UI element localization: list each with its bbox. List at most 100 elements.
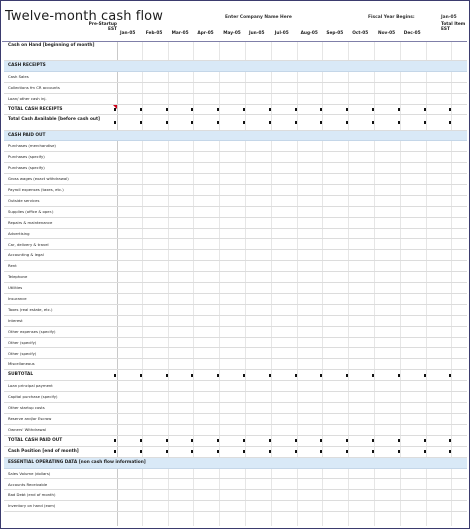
table-row: Taxes (real estate, etc.) — [4, 305, 467, 316]
table-row: TOTAL CASH RECEIPTS — [4, 104, 467, 116]
month-header: Aug-05 — [300, 31, 318, 36]
table-row: Bad Debt (end of month) — [4, 490, 467, 502]
value-cell-mark — [372, 373, 374, 377]
table-row: Interest — [4, 316, 467, 327]
value-cell-mark — [243, 450, 245, 454]
table-row: Purchases (merchandise) — [4, 141, 467, 153]
row-label: Cash on Hand [beginning of month] — [8, 43, 95, 48]
fiscal-year-value[interactable]: Jan-05 — [441, 15, 457, 20]
value-cell-mark — [268, 108, 271, 112]
month-header: Nov-05 — [378, 31, 396, 36]
row-label: Advertising — [8, 230, 30, 236]
row-label: Other expenses (specify) — [8, 328, 56, 334]
table-row: Owners' Withdrawal — [4, 425, 467, 436]
value-cell-mark — [372, 108, 374, 112]
month-header: Jul-05 — [274, 31, 289, 36]
value-cell-mark — [423, 439, 426, 443]
row-label: Collections fm CR accounts — [8, 84, 60, 90]
value-cell-mark — [294, 108, 297, 112]
value-cell-mark — [165, 108, 168, 112]
value-cell-mark — [191, 108, 194, 112]
value-cell-mark — [268, 121, 271, 124]
value-cell-mark — [294, 373, 297, 377]
table-row: Inventory on hand (eom) — [4, 501, 467, 513]
value-cell-mark — [397, 108, 400, 112]
row-label: Car, delivery & travel — [8, 241, 49, 247]
table-row: Car, delivery & travel — [4, 240, 467, 251]
section-header-row: ESSENTIAL OPERATING DATA [non cash flow … — [4, 457, 467, 469]
value-cell-mark — [294, 450, 297, 454]
value-cell-mark — [217, 450, 220, 454]
table-row: Utilities — [4, 283, 467, 294]
row-label: Cash Position [end of month] — [8, 448, 79, 454]
table-row: Accounting & legal — [4, 250, 467, 262]
value-cell-mark — [114, 450, 116, 454]
table-row: Cash on Hand [beginning of month] — [4, 42, 467, 61]
table-row: Capital purchase (specify) — [4, 392, 467, 403]
month-header: Sep-05 — [326, 31, 344, 36]
month-header: Feb-05 — [145, 31, 163, 36]
value-cell-mark — [139, 121, 142, 124]
row-label: Accounting & legal — [8, 252, 44, 258]
value-cell-mark — [139, 108, 142, 112]
table-row: Other expenses (specify) — [4, 327, 467, 338]
row-label: CASH PAID OUT — [8, 132, 46, 138]
section-header-row: CASH RECEIPTS — [4, 61, 467, 72]
table-row: Loan principal payment — [4, 381, 467, 393]
row-label: Utilities — [8, 285, 23, 291]
row-label: Inventory on hand (eom) — [8, 503, 56, 509]
value-cell-mark — [165, 450, 168, 454]
row-label: CASH RECEIPTS — [8, 63, 46, 68]
month-header: Oct-05 — [352, 31, 369, 36]
table-row: Payroll expenses (taxes, etc.) — [4, 185, 467, 196]
month-header: May-05 — [223, 31, 241, 36]
row-label: Capital purchase (specify) — [8, 394, 58, 400]
row-label: Rent — [8, 263, 17, 269]
row-label: Payroll expenses (taxes, etc.) — [8, 187, 64, 192]
value-cell-mark — [449, 450, 452, 454]
row-label: Loan/ other cash inj. — [8, 95, 47, 101]
section-header-row: CASH PAID OUT — [4, 130, 467, 142]
value-cell-mark — [397, 121, 400, 124]
row-label: Cash Sales — [8, 73, 29, 79]
value-cell-mark — [397, 450, 400, 454]
value-cell-mark — [114, 439, 116, 443]
cash-flow-grid: Cash on Hand [beginning of month] CASH RE… — [4, 42, 467, 526]
table-row: Outside services — [4, 196, 467, 207]
month-header: Apr-05 — [197, 31, 214, 36]
value-cell-mark — [243, 373, 245, 377]
value-cell-mark — [165, 373, 168, 377]
month-header: Jan-05 — [120, 31, 136, 36]
value-cell-mark — [114, 373, 116, 377]
value-cell-mark — [423, 108, 426, 112]
row-label: Outside services — [8, 197, 40, 203]
table-row: Rent — [4, 261, 467, 273]
value-cell-mark — [449, 108, 452, 112]
value-cell-mark — [217, 121, 220, 124]
value-cell-mark — [423, 373, 426, 377]
table-row: Other (specify) — [4, 349, 467, 360]
value-cell-mark — [372, 121, 374, 124]
company-name[interactable]: Enter Company Name Here — [225, 15, 292, 20]
value-cell-mark — [217, 373, 220, 377]
table-row: TOTAL CASH PAID OUT — [4, 436, 467, 447]
row-label: Taxes (real estate, etc.) — [8, 306, 53, 312]
value-cell-mark — [372, 439, 374, 443]
table-row: Other (specify) — [4, 338, 467, 349]
row-label: Gross wages (exact withdrawal) — [8, 176, 69, 182]
value-cell-mark — [165, 121, 168, 124]
value-cell-mark — [165, 439, 168, 443]
comment-indicator-icon[interactable] — [113, 104, 117, 109]
table-row: Gross wages (exact withdrawal) — [4, 174, 467, 185]
total-item-header: Total Item EST — [441, 22, 466, 33]
value-cell-mark — [397, 373, 400, 377]
value-cell-mark — [139, 450, 142, 454]
value-cell-mark — [191, 439, 194, 443]
value-cell-mark — [320, 450, 323, 454]
value-cell-mark — [346, 108, 349, 112]
row-label: Loan principal payment — [8, 383, 53, 389]
row-label: Purchases (merchandise) — [8, 143, 56, 149]
row-label: TOTAL CASH PAID OUT — [8, 437, 63, 443]
value-cell-mark — [320, 108, 323, 112]
table-row: Insurance — [4, 294, 467, 305]
